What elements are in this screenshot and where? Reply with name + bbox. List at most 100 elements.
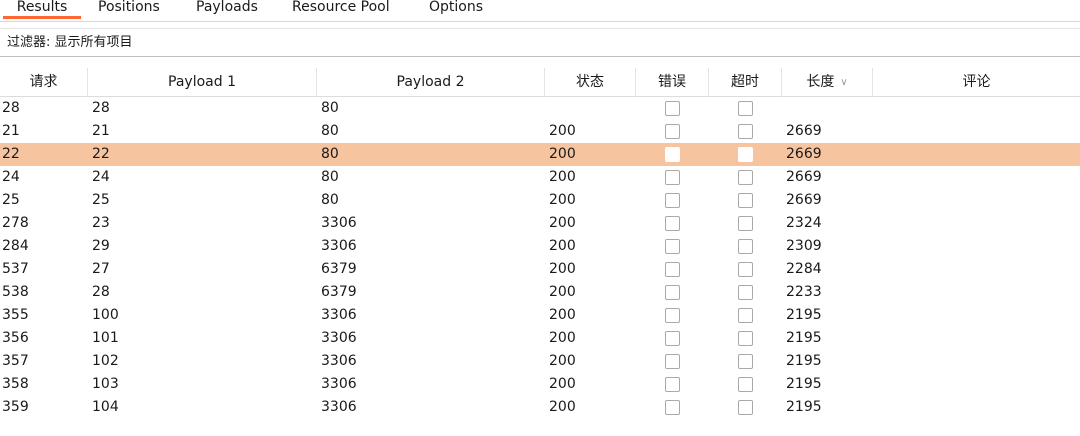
- cell-request: 278: [2, 215, 29, 231]
- tab-results[interactable]: Results: [3, 0, 81, 19]
- cell-length: 2669: [786, 192, 822, 208]
- tab-options[interactable]: Options: [429, 0, 483, 19]
- column-header-length[interactable]: 长度 ∨: [782, 68, 873, 97]
- cell-length: 2309: [786, 238, 822, 254]
- cell-payload2: 3306: [321, 238, 357, 254]
- timeout-checkbox-icon[interactable]: [738, 193, 753, 208]
- table-row[interactable]: 359 104 3306 200 2195: [0, 396, 1080, 419]
- tab-positions[interactable]: Positions: [98, 0, 160, 19]
- cell-payload2: 6379: [321, 261, 357, 277]
- timeout-checkbox-icon[interactable]: [738, 400, 753, 415]
- column-header-status[interactable]: 状态: [545, 68, 636, 97]
- cell-length: 2669: [786, 123, 822, 139]
- cell-request: 537: [2, 261, 29, 277]
- cell-length: 2233: [786, 284, 822, 300]
- cell-payload1: 23: [92, 215, 110, 231]
- cell-status: 200: [549, 169, 576, 185]
- table-row[interactable]: 284 29 3306 200 2309: [0, 235, 1080, 258]
- cell-payload1: 21: [92, 123, 110, 139]
- error-checkbox-icon[interactable]: [665, 193, 680, 208]
- cell-payload2: 80: [321, 192, 339, 208]
- cell-payload2: 80: [321, 100, 339, 116]
- error-checkbox-icon[interactable]: [665, 354, 680, 369]
- cell-payload2: 80: [321, 146, 339, 162]
- column-header-request[interactable]: 请求: [0, 68, 88, 97]
- error-checkbox-icon[interactable]: [665, 377, 680, 392]
- error-checkbox-icon[interactable]: [665, 216, 680, 231]
- timeout-checkbox-icon[interactable]: [738, 377, 753, 392]
- cell-payload1: 101: [92, 330, 119, 346]
- table-row[interactable]: 25 25 80 200 2669: [0, 189, 1080, 212]
- cell-payload2: 80: [321, 123, 339, 139]
- timeout-checkbox-icon[interactable]: [738, 308, 753, 323]
- tab-payloads[interactable]: Payloads: [196, 0, 258, 19]
- table-row[interactable]: 357 102 3306 200 2195: [0, 350, 1080, 373]
- cell-payload2: 3306: [321, 330, 357, 346]
- filter-bar[interactable]: 过滤器: 显示所有项目: [0, 28, 1080, 57]
- timeout-checkbox-icon[interactable]: [738, 239, 753, 254]
- cell-length: 2669: [786, 169, 822, 185]
- error-checkbox-icon[interactable]: [665, 147, 680, 162]
- timeout-checkbox-icon[interactable]: [738, 285, 753, 300]
- chevron-down-icon: ∨: [840, 77, 848, 88]
- cell-payload1: 25: [92, 192, 110, 208]
- error-checkbox-icon[interactable]: [665, 262, 680, 277]
- cell-request: 25: [2, 192, 20, 208]
- cell-status: 200: [549, 376, 576, 392]
- table-row[interactable]: 28 28 80: [0, 97, 1080, 120]
- cell-payload2: 3306: [321, 215, 357, 231]
- error-checkbox-icon[interactable]: [665, 101, 680, 116]
- timeout-checkbox-icon[interactable]: [738, 216, 753, 231]
- cell-request: 284: [2, 238, 29, 254]
- timeout-checkbox-icon[interactable]: [738, 124, 753, 139]
- cell-length: 2195: [786, 376, 822, 392]
- timeout-checkbox-icon[interactable]: [738, 354, 753, 369]
- cell-payload2: 3306: [321, 376, 357, 392]
- timeout-checkbox-icon[interactable]: [738, 101, 753, 116]
- cell-request: 355: [2, 307, 29, 323]
- column-header-error[interactable]: 错误: [636, 68, 709, 97]
- cell-status: 200: [549, 353, 576, 369]
- column-header-comment[interactable]: 评论: [873, 68, 1080, 97]
- cell-length: 2195: [786, 307, 822, 323]
- column-header-payload1[interactable]: Payload 1: [88, 68, 317, 97]
- cell-status: 200: [549, 307, 576, 323]
- table-row[interactable]: 24 24 80 200 2669: [0, 166, 1080, 189]
- table-row[interactable]: 21 21 80 200 2669: [0, 120, 1080, 143]
- timeout-checkbox-icon[interactable]: [738, 170, 753, 185]
- error-checkbox-icon[interactable]: [665, 308, 680, 323]
- timeout-checkbox-icon[interactable]: [738, 147, 753, 162]
- error-checkbox-icon[interactable]: [665, 400, 680, 415]
- cell-payload2: 6379: [321, 284, 357, 300]
- timeout-checkbox-icon[interactable]: [738, 331, 753, 346]
- cell-request: 356: [2, 330, 29, 346]
- cell-length: 2195: [786, 399, 822, 415]
- error-checkbox-icon[interactable]: [665, 170, 680, 185]
- column-header-payload2[interactable]: Payload 2: [317, 68, 545, 97]
- tab-resource-pool[interactable]: Resource Pool: [292, 0, 390, 19]
- cell-request: 28: [2, 100, 20, 116]
- cell-status: 200: [549, 399, 576, 415]
- error-checkbox-icon[interactable]: [665, 331, 680, 346]
- column-header-timeout[interactable]: 超时: [709, 68, 782, 97]
- cell-request: 358: [2, 376, 29, 392]
- cell-status: 200: [549, 284, 576, 300]
- error-checkbox-icon[interactable]: [665, 239, 680, 254]
- timeout-checkbox-icon[interactable]: [738, 262, 753, 277]
- cell-request: 24: [2, 169, 20, 185]
- cell-status: 200: [549, 192, 576, 208]
- table-row[interactable]: 538 28 6379 200 2233: [0, 281, 1080, 304]
- table-row[interactable]: 358 103 3306 200 2195: [0, 373, 1080, 396]
- table-row[interactable]: 278 23 3306 200 2324: [0, 212, 1080, 235]
- table-row[interactable]: 537 27 6379 200 2284: [0, 258, 1080, 281]
- cell-payload1: 28: [92, 284, 110, 300]
- error-checkbox-icon[interactable]: [665, 285, 680, 300]
- filter-label[interactable]: 过滤器: 显示所有项目: [7, 34, 133, 52]
- error-checkbox-icon[interactable]: [665, 124, 680, 139]
- table-row[interactable]: 355 100 3306 200 2195: [0, 304, 1080, 327]
- table-row[interactable]: 22 22 80 200 2669: [0, 143, 1080, 166]
- cell-status: 200: [549, 330, 576, 346]
- table-row[interactable]: 356 101 3306 200 2195: [0, 327, 1080, 350]
- tab-bar: Results Positions Payloads Resource Pool…: [0, 0, 1080, 22]
- column-header-status-label: 状态: [576, 74, 604, 90]
